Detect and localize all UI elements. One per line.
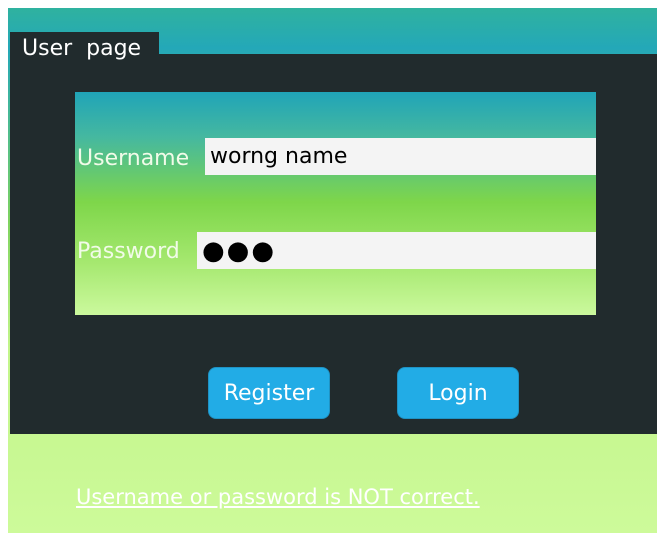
user-page-panel: Username Password Register Login [10, 54, 657, 434]
login-form: Username Password [75, 92, 596, 315]
username-label: Username [77, 146, 190, 171]
error-message-link[interactable]: Username or password is NOT correct. [76, 485, 480, 509]
username-input[interactable] [205, 138, 596, 175]
register-button[interactable]: Register [208, 367, 330, 419]
password-input[interactable] [197, 232, 596, 269]
user-page-window: Username Password Register Login User pa… [8, 8, 657, 533]
tab-label: User page [22, 36, 142, 61]
tab-user-page[interactable]: User page [10, 32, 159, 64]
login-button[interactable]: Login [397, 367, 519, 419]
password-label: Password [77, 239, 180, 264]
